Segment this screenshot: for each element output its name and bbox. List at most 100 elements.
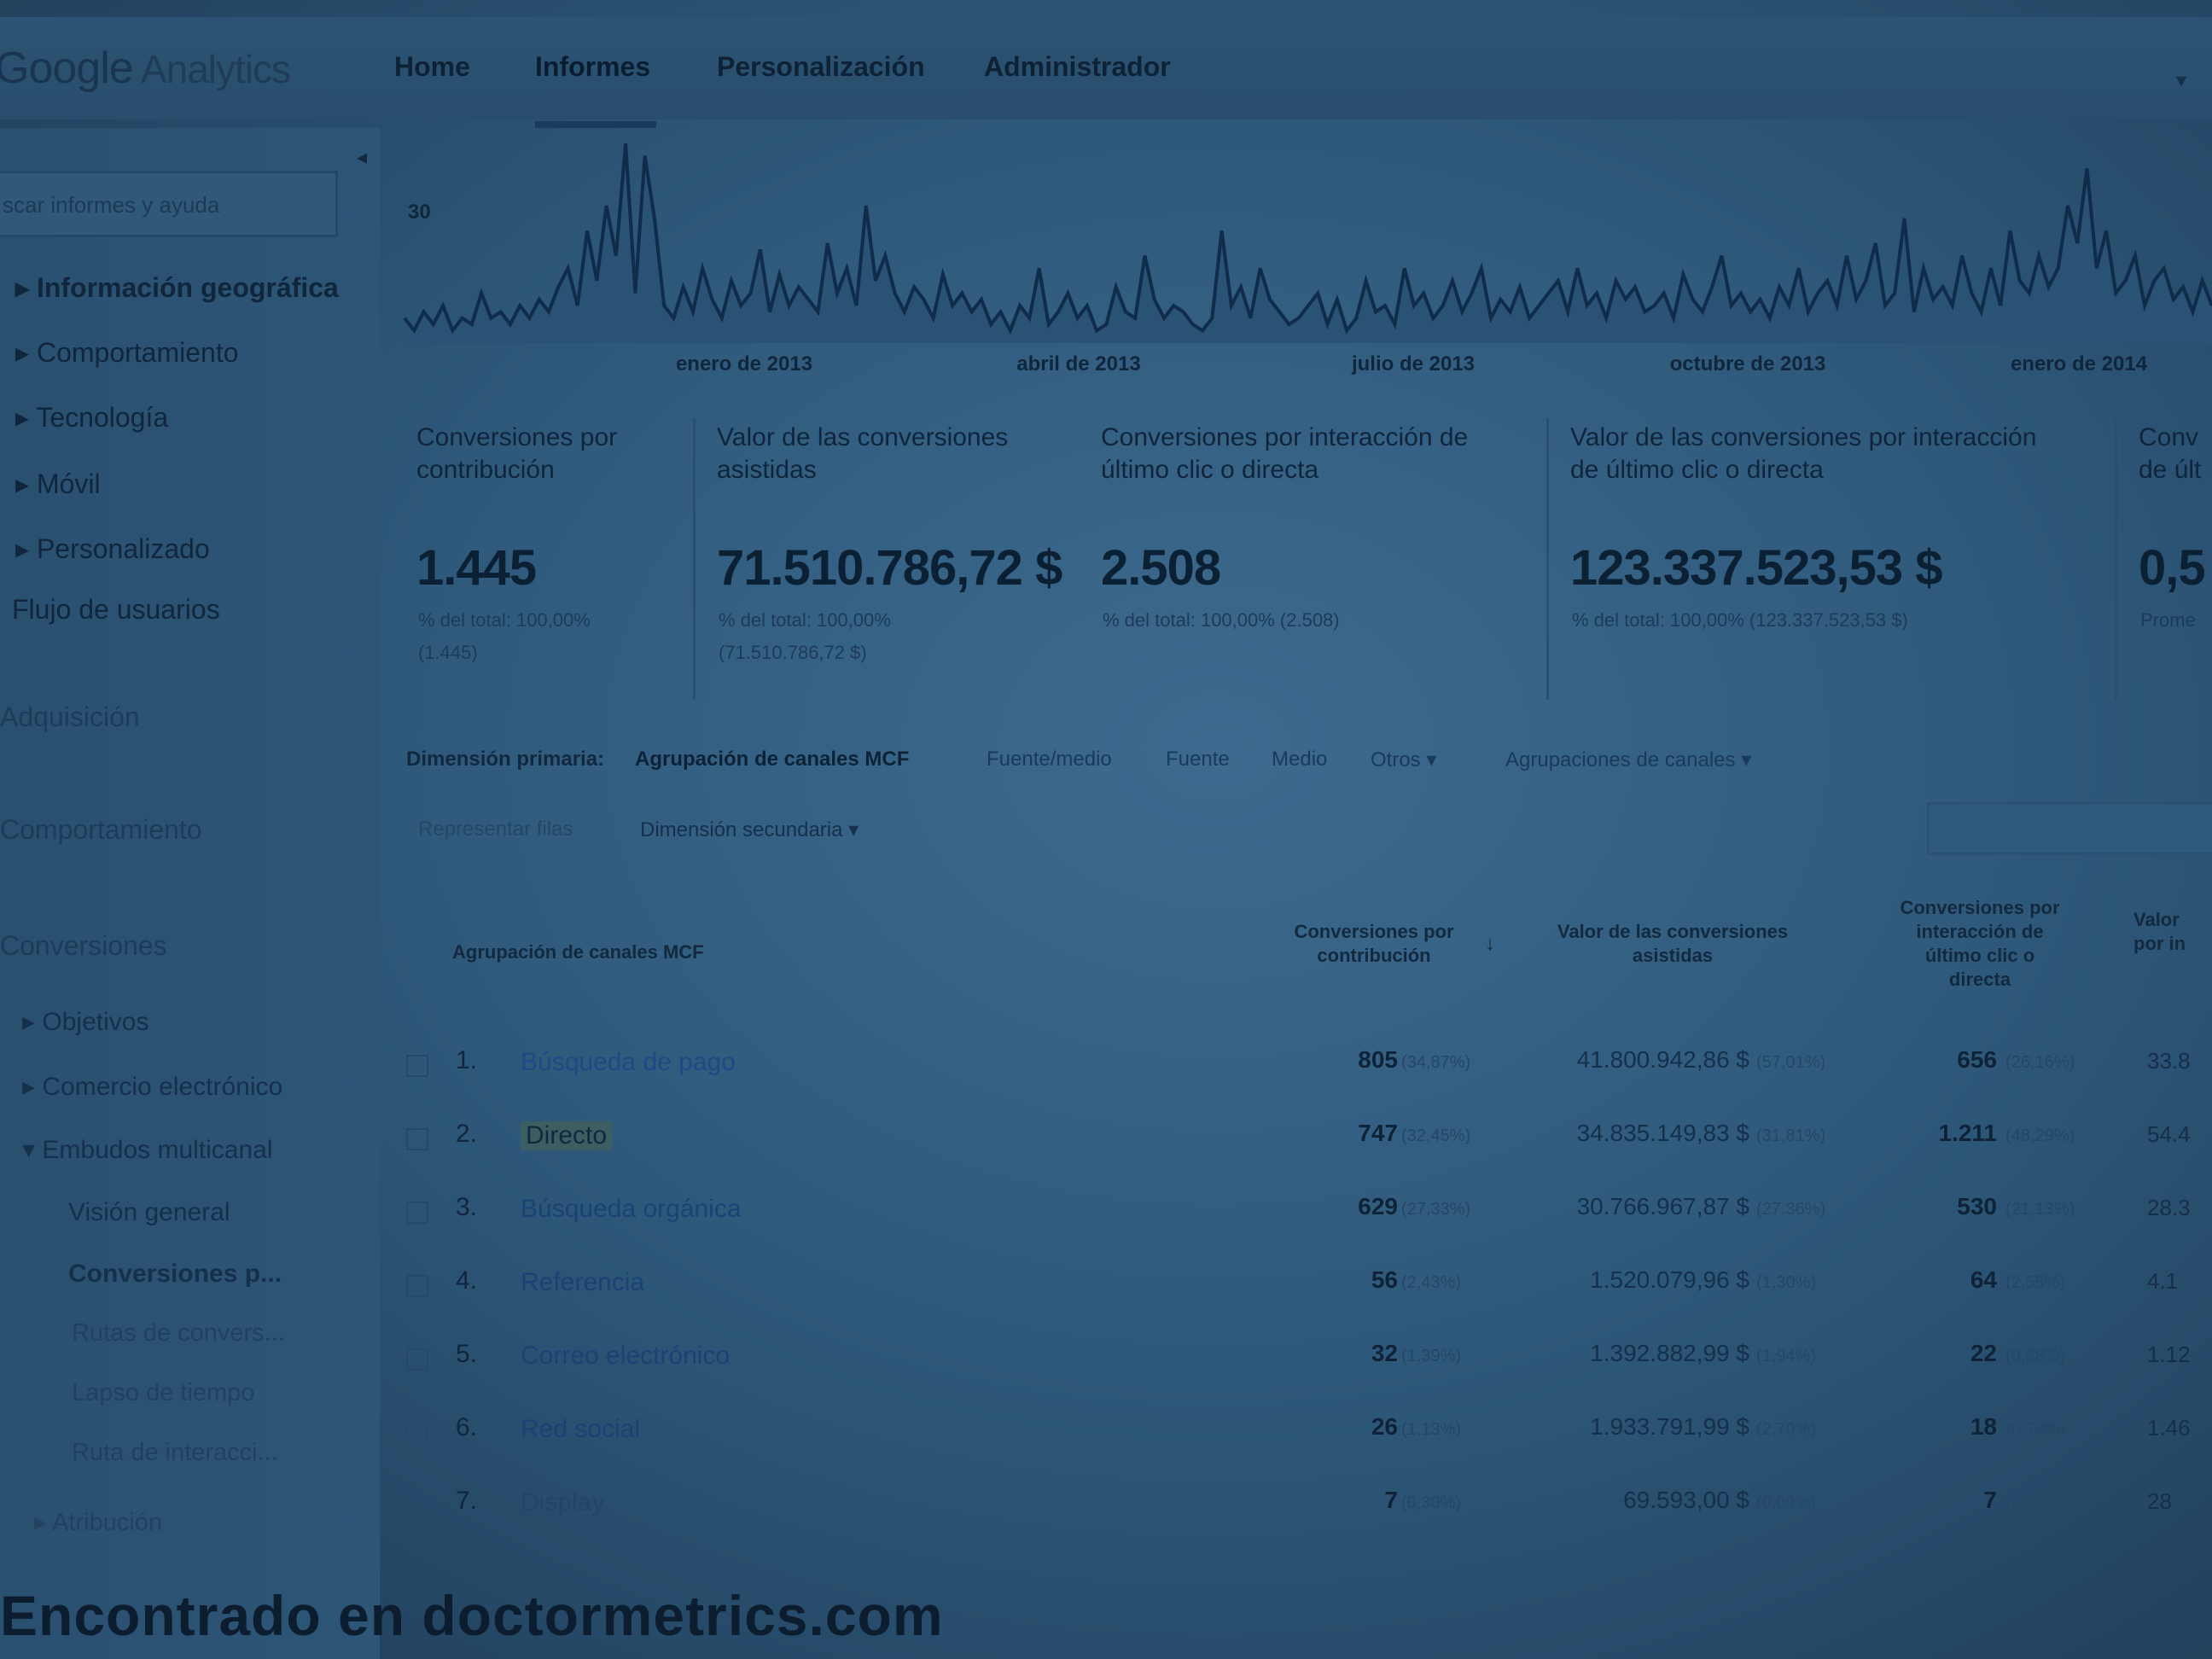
account-menu[interactable]: ▾ — [2176, 68, 2186, 93]
sidebar-item-time-lag[interactable]: Lapso de tiempo — [72, 1379, 254, 1407]
assisted-percent: (2,70%) — [1756, 1420, 1817, 1439]
channel-name-link[interactable]: Correo electrónico — [521, 1342, 730, 1371]
last-click-value: 33.8 — [2147, 1048, 2191, 1074]
column-header-assisted-value[interactable]: Valor de las conversiones asistidas — [1528, 920, 1818, 968]
primary-dimension-label: Dimensión primaria: — [406, 748, 605, 771]
column-header-channel[interactable]: Agrupación de canales MCF — [452, 940, 704, 964]
sort-descending-icon[interactable]: ↓ — [1485, 932, 1495, 956]
dimension-medium[interactable]: Medio — [1272, 748, 1327, 771]
assisted-value: 1.520.079,96 $ — [1590, 1266, 1749, 1293]
column-header-last-click[interactable]: Conversiones por interacción de último cli… — [1877, 896, 2082, 992]
logo-analytics: Analytics — [132, 47, 291, 91]
contributions-value: 32 — [1371, 1340, 1398, 1366]
sidebar-item-users-flow[interactable]: Flujo de usuarios — [12, 594, 220, 626]
nav-home[interactable]: Home — [394, 51, 470, 83]
sidebar-item-assisted-conversions[interactable]: Conversiones p... — [68, 1260, 282, 1289]
metric-divider — [693, 418, 696, 700]
collapse-sidebar-icon[interactable]: ◂ — [357, 145, 367, 170]
column-header-contributions-line1: Conversiones por — [1294, 921, 1454, 942]
sidebar-item-path-length[interactable]: Ruta de interacci... — [72, 1439, 278, 1467]
row-checkbox[interactable] — [406, 1422, 428, 1444]
dimension-other-dropdown[interactable]: Otros ▾ — [1371, 748, 1436, 772]
sidebar-section-conversions[interactable]: Conversiones — [0, 930, 167, 962]
column-header-edge-line1: Valor — [2133, 909, 2180, 930]
sidebar-item-mobile[interactable]: ▸ Móvil — [15, 468, 101, 500]
last-click-conversions: 22 — [1970, 1340, 1997, 1366]
row-checkbox[interactable] — [406, 1495, 428, 1517]
last-click-value: 28 — [2147, 1488, 2172, 1514]
sidebar-section-acquisition[interactable]: Adquisición — [0, 701, 140, 733]
row-checkbox[interactable] — [406, 1128, 428, 1150]
last-click-percent: (0,28%) — [2005, 1493, 2066, 1512]
metric-1-title-line2: contribución — [416, 456, 555, 484]
column-header-contributions[interactable]: Conversiones por contribución — [1263, 920, 1485, 968]
x-axis-label: julio de 2013 — [1351, 352, 1475, 375]
sidebar-item-ecommerce[interactable]: ▸ Comercio electrónico — [22, 1072, 282, 1102]
channel-name-link[interactable]: Referencia — [521, 1268, 644, 1297]
nav-customize[interactable]: Personalización — [717, 51, 925, 83]
contributions-value: 7 — [1384, 1487, 1398, 1513]
channel-name-link[interactable]: Directo — [521, 1121, 613, 1150]
sidebar-item-custom[interactable]: ▸ Personalizado — [15, 533, 210, 565]
active-tab-indicator — [535, 121, 656, 128]
column-header-last-click-value[interactable]: Valor por in — [2133, 908, 2212, 956]
dimension-source[interactable]: Fuente — [1166, 748, 1230, 771]
last-click-percent: (0,72%) — [2005, 1420, 2066, 1439]
row-checkbox[interactable] — [406, 1275, 428, 1297]
assisted-value: 34.835.149,83 $ — [1576, 1120, 1749, 1146]
metric-3-title-line2: último clic o directa — [1101, 456, 1319, 484]
contributions-percent: (1,39%) — [1401, 1347, 1462, 1365]
contributions-percent: (27,33%) — [1401, 1200, 1471, 1219]
last-click-value: 28.3 — [2147, 1195, 2191, 1220]
sidebar-item-multichannel[interactable]: ▾ Embudos multicanal — [22, 1135, 273, 1165]
last-click-conversions: 18 — [1970, 1413, 1997, 1440]
sidebar-item-geo[interactable]: ▸ Información geográfica — [15, 271, 339, 304]
report-search-input[interactable]: scar informes y ayuda — [0, 171, 338, 237]
last-click-percent: (48,29%) — [2005, 1126, 2075, 1145]
metric-5-sub: Prome — [2140, 609, 2196, 631]
sidebar-item-top-paths[interactable]: Rutas de convers... — [72, 1319, 285, 1348]
assisted-percent: (1,30%) — [1756, 1273, 1817, 1292]
channel-name-link[interactable]: Búsqueda orgánica — [521, 1195, 742, 1224]
channel-name-link[interactable]: Display — [521, 1488, 604, 1517]
row-index: 5. — [456, 1340, 478, 1368]
dimension-source-medium[interactable]: Fuente/medio — [987, 748, 1112, 771]
metric-2-title: Valor de las conversiones asistidas — [717, 422, 1008, 486]
last-click-conversions: 7 — [1983, 1487, 1997, 1513]
metric-1-value: 1.445 — [416, 540, 537, 596]
nav-admin[interactable]: Administrador — [984, 51, 1171, 83]
assisted-percent: (57,01%) — [1756, 1053, 1826, 1072]
sidebar-item-attribution[interactable]: ▸ Atribución — [34, 1507, 162, 1537]
metric-3-title: Conversiones por interacción de último cl… — [1101, 422, 1468, 486]
column-header-assisted-line2: asistidas — [1632, 945, 1714, 966]
sidebar-section-behavior[interactable]: Comportamiento — [0, 814, 202, 846]
row-index: 4. — [456, 1266, 478, 1295]
row-checkbox[interactable] — [406, 1055, 428, 1077]
last-click-value: 4.1 — [2147, 1268, 2179, 1294]
assisted-value: 1.392.882,99 $ — [1590, 1340, 1749, 1366]
x-axis-label: octubre de 2013 — [1670, 352, 1826, 375]
sidebar-item-goals[interactable]: ▸ Objetivos — [22, 1007, 148, 1037]
metric-2-sub-line2: (71.510.786,72 $) — [719, 642, 867, 663]
dimension-mcf-channel[interactable]: Agrupación de canales MCF — [635, 748, 909, 771]
plot-rows-button[interactable]: Representar filas — [418, 818, 573, 841]
sidebar-item-behavior[interactable]: ▸ Comportamiento — [15, 336, 239, 369]
channel-name-link[interactable]: Búsqueda de pago — [521, 1048, 736, 1077]
last-click-conversions: 656 — [1957, 1046, 1997, 1073]
assisted-value: 30.766.967,87 $ — [1576, 1193, 1749, 1220]
nav-reports[interactable]: Informes — [535, 51, 650, 83]
metric-3-sub: % del total: 100,00% (2.508) — [1103, 609, 1340, 631]
channel-groupings-dropdown[interactable]: Agrupaciones de canales ▾ — [1505, 748, 1751, 772]
contributions-percent: (32,45%) — [1401, 1126, 1471, 1145]
row-checkbox[interactable] — [406, 1348, 428, 1371]
channel-name-link[interactable]: Red social — [521, 1415, 640, 1444]
last-click-percent: (26,16%) — [2005, 1053, 2075, 1072]
google-analytics-logo[interactable]: Google Analytics — [0, 43, 291, 94]
metric-2-sub: % del total: 100,00% (71.510.786,72 $) — [719, 604, 891, 669]
report-search-placeholder: scar informes y ayuda — [3, 192, 220, 218]
sidebar-item-technology[interactable]: ▸ Tecnología — [15, 401, 168, 434]
row-checkbox[interactable] — [406, 1202, 428, 1224]
secondary-dimension-dropdown[interactable]: Dimensión secundaria ▾ — [640, 818, 859, 842]
table-filter-input[interactable] — [1927, 802, 2212, 855]
sidebar-item-overview[interactable]: Visión general — [68, 1198, 230, 1227]
